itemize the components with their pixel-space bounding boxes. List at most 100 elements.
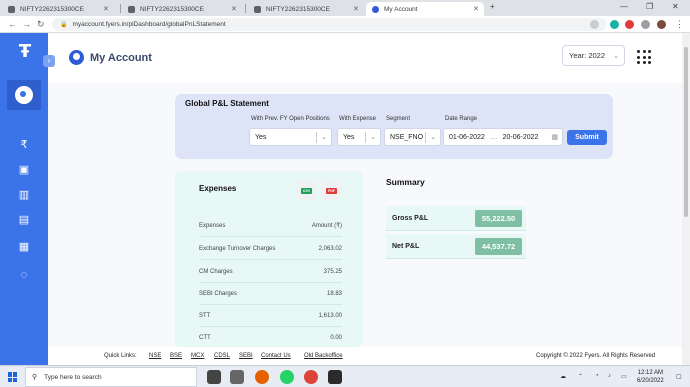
card-title: Expenses [199,184,237,193]
net-pnl-value: 44,537.72 [475,238,522,255]
footer-link-bse[interactable]: BSE [170,353,182,359]
close-tab-icon[interactable]: ✕ [103,5,109,13]
prev-fy-select[interactable]: Yes ⌄ [249,128,332,146]
scrollbar-thumb[interactable] [684,47,688,217]
segment-select[interactable]: NSE_FNO ⌄ [384,128,441,146]
close-tab-icon[interactable]: ✕ [473,5,479,13]
gross-pnl-value: 55,222.50 [475,210,522,227]
chevron-down-icon: ⌄ [613,52,619,60]
volume-icon[interactable]: ♪ [608,373,611,379]
back-icon[interactable]: ← [8,19,17,29]
page-footer: Quick Links: NSE BSE MCX CDSL SEBI Conta… [48,347,682,365]
close-window-icon[interactable]: ✕ [672,2,679,11]
system-tray-icon[interactable]: ⌃ [578,373,583,380]
task-view-icon[interactable] [207,370,221,384]
browser-menu-icon[interactable]: ⋮ [675,19,684,30]
rupee-icon[interactable]: ₹ [17,138,31,152]
footer-link-contact[interactable]: Contact Us [261,353,291,359]
page-header: My Account Year: 2022 ⌄ [48,33,682,83]
browser-tab-active[interactable]: My Account ✕ [366,2,484,16]
copyright-text: Copyright © 2022 Fyers. All Rights Reser… [536,353,656,359]
tab-favicon-icon [254,5,261,13]
footer-link-mcx[interactable]: MCX [191,353,204,359]
firefox-icon[interactable] [255,370,269,384]
browser-tab[interactable]: NIFTY2262315300CE ✕ [122,2,242,16]
tab-favicon-icon [128,5,135,13]
new-tab-icon[interactable]: + [490,2,495,11]
filter-label: Segment [386,116,411,122]
browser-tab[interactable]: NIFTY2262315300CE ✕ [2,2,114,16]
reload-icon[interactable]: ↻ [37,19,45,30]
footer-link-cdsl[interactable]: CDSL [214,353,230,359]
sidebar-collapse-button[interactable]: › [43,55,55,67]
whatsapp-icon[interactable] [280,370,294,384]
close-tab-icon[interactable]: ✕ [353,5,359,13]
chrome-icon[interactable] [304,370,318,384]
search-icon: ⚲ [32,374,38,381]
briefcase-icon[interactable]: ▣ [17,163,31,177]
card-title: Global P&L Statement [185,99,269,108]
browser-tab[interactable]: NIFTY2262315300CE ✕ [248,2,364,16]
table-row: STT 1,613.00 [199,305,342,327]
table-row: Exchange Turnover Charges 2,063.02 [199,238,342,260]
network-icon[interactable]: ◔ [595,373,599,379]
gross-pnl-row: Gross P&L 55,222.50 [386,206,526,231]
global-pnl-card: Global P&L Statement With Prev. FY Open … [175,94,613,159]
windows-start-icon[interactable] [8,372,18,382]
footer-link-sebi[interactable]: SEBI [239,353,253,359]
net-pnl-row: Net P&L 44,537.72 [386,234,526,259]
pdf-download-button[interactable]: PDF [322,181,341,200]
extension-icon[interactable] [625,20,634,29]
maximize-icon[interactable]: ❐ [646,2,653,11]
minimize-icon[interactable]: — [620,2,628,11]
footer-link-old-backoffice[interactable]: Old Backoffice [304,353,343,359]
profile-avatar[interactable] [657,20,666,29]
building-icon[interactable]: ▦ [17,240,31,254]
sidebar-item-account[interactable] [7,80,41,110]
apps-grid-icon[interactable] [637,50,651,64]
table-row: CM Charges 375.25 [199,261,342,283]
table-row: SEBI Charges 18.83 [199,283,342,305]
tab-favicon-icon [8,5,15,13]
table-header: Expenses Amount (₹) [199,215,342,237]
filter-label: With Expense [339,116,377,122]
lock-icon: 🔒 [60,22,68,28]
submit-button[interactable]: Submit [567,130,607,145]
account-icon [15,86,33,104]
filter-label: Date Range [445,116,478,122]
bar-chart-icon[interactable]: ▥ [17,188,31,202]
summary-title: Summary [386,177,425,187]
notification-icon[interactable]: ▢ [676,373,682,380]
footer-link-nse[interactable]: NSE [149,353,161,359]
year-select[interactable]: Year: 2022 ⌄ [562,45,625,66]
taskbar-search-input[interactable]: ⚲ Type here to search [25,367,197,387]
sidebar: Ŧ ₹ ▣ ▥ ▤ ▦ ◌ [0,33,48,365]
battery-icon[interactable]: ▭ [621,373,627,380]
forward-icon[interactable]: → [22,19,31,29]
page-title: My Account [90,52,152,64]
terminal-icon[interactable] [328,370,342,384]
main-content: My Account Year: 2022 ⌄ Global P&L Statem… [48,33,682,347]
with-expense-select[interactable]: Yes ⌄ [337,128,381,146]
expenses-card: Expenses CSV PDF Expenses Amount (₹) Exch… [175,171,363,347]
extension-icon[interactable] [610,20,619,29]
fyers-logo[interactable]: Ŧ [14,41,36,63]
calendar-icon[interactable]: ▦ [551,133,558,141]
document-icon[interactable]: ▤ [17,213,31,227]
camera-icon[interactable] [230,370,244,384]
csv-download-button[interactable]: CSV [297,181,316,200]
share-icon[interactable] [590,20,599,29]
url-input[interactable]: 🔒 myaccount.fyers.in/plDashboard/globalPn… [52,18,607,31]
lightbulb-icon[interactable]: ◌ [17,268,31,282]
date-range-input[interactable]: 01-06-2022 .... 20-06-2022 ▦ [443,128,563,146]
address-bar-row: ← → ↻ 🔒 myaccount.fyers.in/plDashboard/gl… [0,16,690,33]
chevron-down-icon: ⌄ [430,134,436,141]
account-icon [69,50,84,65]
chevron-down-icon: ⌄ [370,134,376,141]
weather-icon[interactable]: ☁ [560,373,566,380]
page-scrollbar[interactable] [682,33,690,365]
filter-label: With Prev. FY Open Positions [251,116,330,122]
taskbar-clock[interactable]: 12:12 AM 6/20/2022 [637,369,664,385]
puzzle-icon[interactable] [641,20,650,29]
close-tab-icon[interactable]: ✕ [231,5,237,13]
